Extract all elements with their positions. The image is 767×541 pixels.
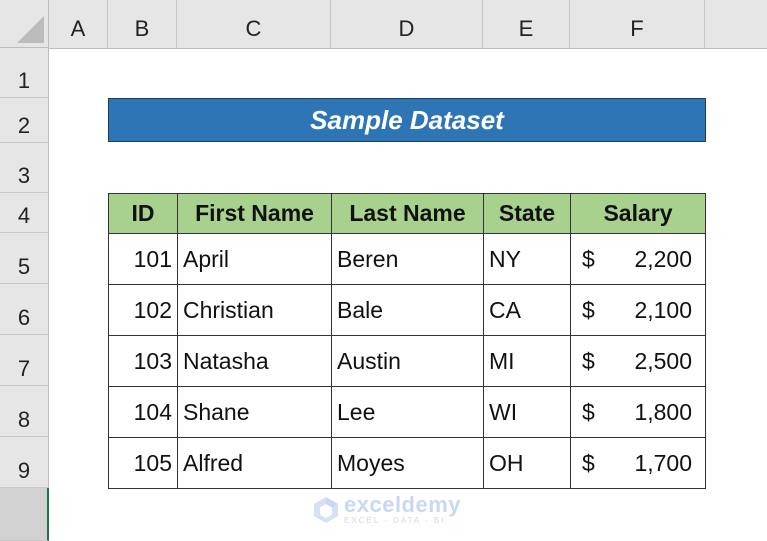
column-header-bar: A B C D E F bbox=[49, 0, 767, 49]
header-last-name[interactable]: Last Name bbox=[331, 193, 484, 234]
last-name-cell[interactable]: Bale bbox=[331, 284, 484, 336]
table-row: 103 Natasha Austin MI $2,500 bbox=[108, 335, 706, 387]
last-name-cell[interactable]: Moyes bbox=[331, 437, 484, 489]
row-header-1[interactable]: 1 bbox=[0, 48, 49, 98]
id-cell[interactable]: 101 bbox=[108, 233, 178, 285]
header-state[interactable]: State bbox=[483, 193, 571, 234]
column-header-a[interactable]: A bbox=[49, 0, 108, 48]
watermark-brand: exceldemy bbox=[344, 492, 462, 517]
row-header-10-selected[interactable] bbox=[0, 488, 49, 541]
last-name-cell[interactable]: Beren bbox=[331, 233, 484, 285]
salary-value: 1,700 bbox=[634, 449, 692, 476]
currency-symbol: $ bbox=[582, 296, 595, 323]
column-header-b[interactable]: B bbox=[108, 0, 177, 48]
first-name-cell[interactable]: Christian bbox=[177, 284, 332, 336]
column-header-f[interactable]: F bbox=[570, 0, 705, 48]
column-header-c[interactable]: C bbox=[177, 0, 331, 48]
first-name-cell[interactable]: April bbox=[177, 233, 332, 285]
id-cell[interactable]: 103 bbox=[108, 335, 178, 387]
row-header-3[interactable]: 3 bbox=[0, 143, 49, 193]
row-header-8[interactable]: 8 bbox=[0, 386, 49, 437]
column-header-g[interactable] bbox=[705, 0, 767, 48]
header-salary[interactable]: Salary bbox=[570, 193, 706, 234]
row-header-9[interactable]: 9 bbox=[0, 437, 49, 488]
state-cell[interactable]: OH bbox=[483, 437, 571, 489]
state-cell[interactable]: CA bbox=[483, 284, 571, 336]
currency-symbol: $ bbox=[582, 245, 595, 272]
salary-cell[interactable]: $2,200 bbox=[570, 233, 706, 285]
id-cell[interactable]: 102 bbox=[108, 284, 178, 336]
row-header-5[interactable]: 5 bbox=[0, 233, 49, 284]
watermark-tagline: EXCEL · DATA · BI bbox=[344, 516, 446, 525]
column-header-e[interactable]: E bbox=[483, 0, 570, 48]
salary-cell[interactable]: $2,500 bbox=[570, 335, 706, 387]
dataset-title: Sample Dataset bbox=[108, 98, 706, 142]
select-all-corner[interactable] bbox=[0, 0, 49, 48]
table-row: 105 Alfred Moyes OH $1,700 bbox=[108, 437, 706, 489]
state-cell[interactable]: MI bbox=[483, 335, 571, 387]
dataset-table: ID First Name Last Name State Salary 101… bbox=[108, 193, 706, 489]
id-cell[interactable]: 105 bbox=[108, 437, 178, 489]
salary-value: 2,100 bbox=[634, 296, 692, 323]
row-header-7[interactable]: 7 bbox=[0, 335, 49, 386]
table-row: 104 Shane Lee WI $1,800 bbox=[108, 386, 706, 438]
exceldemy-logo-icon bbox=[312, 496, 340, 524]
first-name-cell[interactable]: Natasha bbox=[177, 335, 332, 387]
state-cell[interactable]: WI bbox=[483, 386, 571, 438]
row-header-2[interactable]: 2 bbox=[0, 98, 49, 143]
first-name-cell[interactable]: Alfred bbox=[177, 437, 332, 489]
salary-value: 2,200 bbox=[634, 245, 692, 272]
row-header-4[interactable]: 4 bbox=[0, 193, 49, 233]
currency-symbol: $ bbox=[582, 347, 595, 374]
salary-cell[interactable]: $1,700 bbox=[570, 437, 706, 489]
last-name-cell[interactable]: Austin bbox=[331, 335, 484, 387]
last-name-cell[interactable]: Lee bbox=[331, 386, 484, 438]
currency-symbol: $ bbox=[582, 398, 595, 425]
header-first-name[interactable]: First Name bbox=[177, 193, 332, 234]
header-row: ID First Name Last Name State Salary bbox=[108, 193, 706, 234]
first-name-cell[interactable]: Shane bbox=[177, 386, 332, 438]
table-row: 102 Christian Bale CA $2,100 bbox=[108, 284, 706, 336]
state-cell[interactable]: NY bbox=[483, 233, 571, 285]
salary-value: 1,800 bbox=[634, 398, 692, 425]
exceldemy-watermark: exceldemy EXCEL · DATA · BI bbox=[312, 494, 461, 525]
salary-cell[interactable]: $1,800 bbox=[570, 386, 706, 438]
select-all-triangle-icon bbox=[17, 16, 44, 43]
salary-cell[interactable]: $2,100 bbox=[570, 284, 706, 336]
currency-symbol: $ bbox=[582, 449, 595, 476]
id-cell[interactable]: 104 bbox=[108, 386, 178, 438]
column-header-d[interactable]: D bbox=[331, 0, 483, 48]
salary-value: 2,500 bbox=[634, 347, 692, 374]
header-id[interactable]: ID bbox=[108, 193, 178, 234]
table-row: 101 April Beren NY $2,200 bbox=[108, 233, 706, 285]
row-header-6[interactable]: 6 bbox=[0, 284, 49, 335]
